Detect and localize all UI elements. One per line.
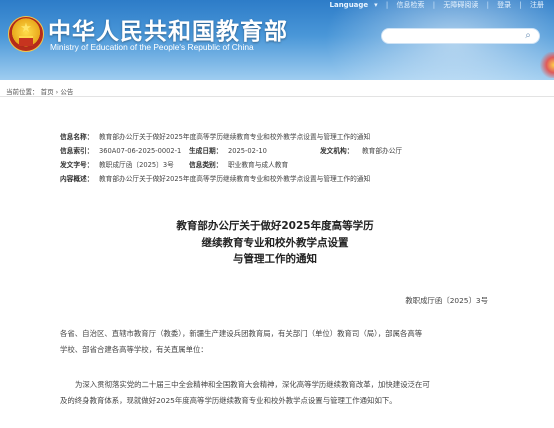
article-title-line: 继续教育专业和校外教学点设置	[201, 236, 349, 249]
breadcrumb-separator: ›	[55, 88, 59, 96]
dropdown-icon: ▾	[374, 1, 378, 9]
paragraph-line: 各省、自治区、直辖市教育厅（教委），新疆生产建设兵团教育局，有关部门（单位）教育…	[60, 329, 423, 338]
top-nav-login[interactable]: 登录	[497, 0, 511, 10]
paragraph-line: 及的终身教育体系，现就做好2025年度高等学历继续教育专业和校外教学点设置与管理…	[60, 396, 397, 405]
info-date-label: 生成日期：	[189, 147, 223, 155]
info-table: 信息名称： 教育部办公厅关于做好2025年度高等学历继续教育专业和校外教学点设置…	[60, 132, 520, 188]
info-issuer-value: 教育部办公厅	[362, 147, 403, 155]
breadcrumb: 当前位置： 首页 › 公告	[0, 82, 554, 97]
divider: |	[432, 1, 436, 9]
article-paragraph-intro: 为深入贯彻落实党的二十届三中全会精神和全国教育大会精神，深化高等学历继续教育改革…	[60, 377, 500, 409]
info-date-value: 2025-02-10	[228, 147, 267, 155]
top-nav-register[interactable]: 注册	[530, 0, 544, 10]
info-name-label: 信息名称：	[60, 133, 94, 141]
info-row-name: 信息名称： 教育部办公厅关于做好2025年度高等学历继续教育专业和校外教学点设置…	[60, 132, 520, 146]
info-category-value: 职业教育与成人教育	[228, 161, 289, 169]
info-row-summary: 内容概述： 教育部办公厅关于做好2025年度高等学历继续教育专业和校外教学点设置…	[60, 174, 520, 188]
info-summary-label: 内容概述：	[60, 175, 94, 183]
info-docno-label: 发文字号：	[60, 161, 94, 169]
star-icon: ★	[20, 21, 32, 36]
info-name-value: 教育部办公厅关于做好2025年度高等学历继续教育专业和校外教学点设置与管理工作的…	[99, 133, 371, 141]
document-number: 教职成厅函〔2025〕3号	[405, 296, 488, 305]
article-title: 教育部办公厅关于做好2025年度高等学历 继续教育专业和校外教学点设置 与管理工…	[120, 218, 430, 268]
article-title-line: 教育部办公厅关于做好2025年度高等学历	[176, 220, 374, 232]
national-emblem-icon: ★	[8, 16, 44, 52]
info-category-label: 信息类别：	[189, 161, 223, 169]
breadcrumb-announcement-link[interactable]: 公告	[60, 88, 73, 96]
info-summary-value: 教育部办公厅关于做好2025年度高等学历继续教育专业和校外教学点设置与管理工作的…	[99, 175, 371, 183]
decorative-flower	[540, 52, 554, 78]
breadcrumb-home-link[interactable]: 首页	[41, 88, 54, 96]
top-nav-accessibility[interactable]: 无障碍阅读	[443, 0, 478, 10]
article-paragraph-recipients: 各省、自治区、直辖市教育厅（教委），新疆生产建设兵团教育局，有关部门（单位）教育…	[60, 326, 500, 358]
top-nav-language[interactable]: Language	[330, 1, 369, 9]
top-nav: Language ▾ | 信息检索 | 无障碍阅读 | 登录 | 注册	[324, 0, 544, 12]
paragraph-line: 学校、部省合建各高等学校，有关直属单位：	[60, 345, 208, 354]
divider: |	[519, 1, 522, 9]
tiananmen-icon	[19, 36, 33, 46]
divider: |	[385, 1, 389, 9]
info-row-docno: 发文字号： 教职成厅函〔2025〕3号 信息类别： 职业教育与成人教育	[60, 160, 520, 174]
info-row-index: 信息索引： 360A07-06-2025-0002-1 生成日期： 2025-0…	[60, 146, 520, 160]
site-subtitle: Ministry of Education of the People's Re…	[50, 42, 254, 52]
info-docno-value: 教职成厅函〔2025〕3号	[99, 161, 174, 169]
info-index-value: 360A07-06-2025-0002-1	[99, 147, 182, 155]
article-title-line: 与管理工作的通知	[233, 253, 317, 265]
breadcrumb-prefix: 当前位置：	[6, 88, 39, 96]
info-index-label: 信息索引：	[60, 147, 94, 155]
search-input[interactable]: ⌕	[381, 28, 540, 44]
divider: |	[486, 1, 489, 9]
top-nav-search-info[interactable]: 信息检索	[397, 0, 425, 10]
site-header: ★ 中华人民共和国教育部 Ministry of Education of th…	[0, 0, 554, 80]
site-title[interactable]: 中华人民共和国教育部	[48, 12, 288, 46]
search-icon[interactable]: ⌕	[522, 30, 534, 42]
info-issuer-label: 发文机构：	[320, 147, 354, 155]
paragraph-line: 为深入贯彻落实党的二十届三中全会精神和全国教育大会精神，深化高等学历继续教育改革…	[75, 380, 430, 389]
